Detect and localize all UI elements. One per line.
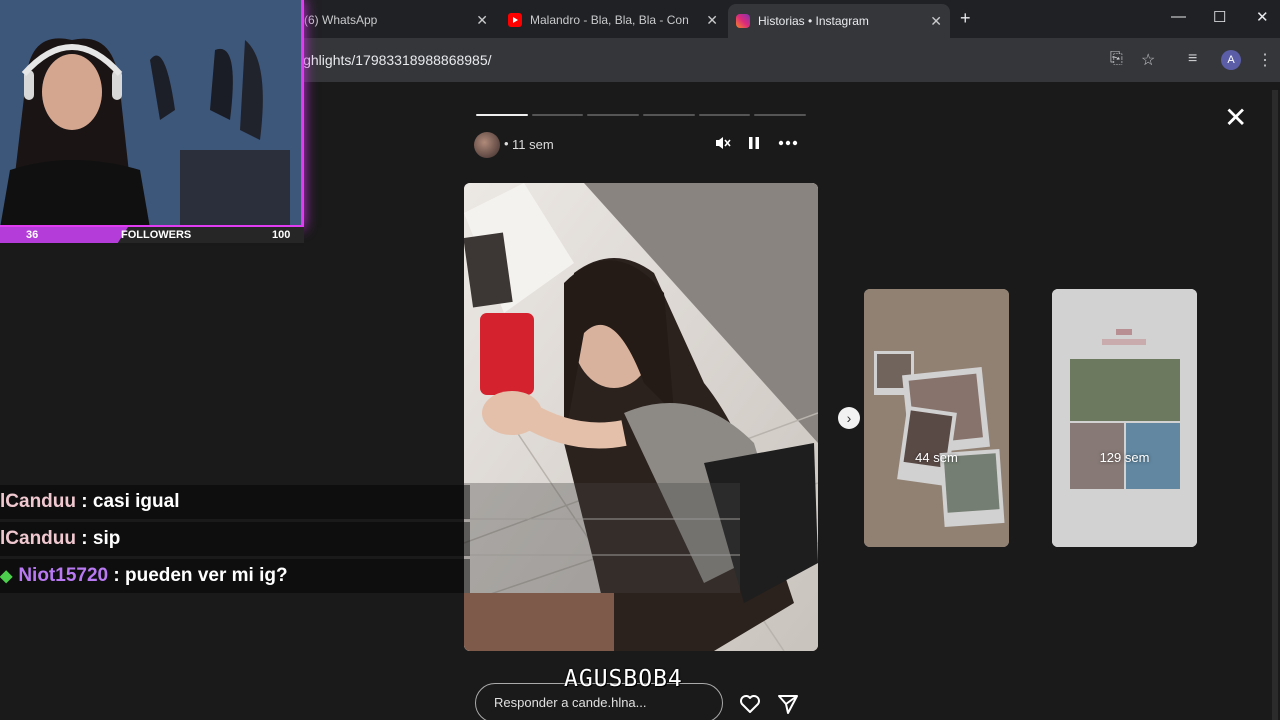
story-image[interactable] [464,183,818,651]
page-scrollbar[interactable] [1272,90,1278,720]
story-author-avatar[interactable] [474,132,500,158]
instagram-icon [736,14,750,28]
story-progress-bar [476,114,807,116]
like-heart-icon[interactable] [738,692,762,716]
story-timestamp: 11 sem [512,137,554,152]
webcam-overlay [0,0,304,228]
browser-menu-icon[interactable]: ⋮ [1257,50,1273,70]
tab-label: Malandro - Bla, Bla, Bla - Con c [530,13,690,27]
chat-message: ◆ Niot15720 : pueden ver mi ig? [0,559,470,593]
tab-label: Historias • Instagram [758,14,869,28]
progress-segment [476,114,528,116]
progress-segment [754,114,807,116]
tab-whatsapp[interactable]: (6) WhatsApp ✕ [296,6,496,34]
install-app-icon[interactable]: ⎘ [1110,50,1123,68]
followers-current: 36 [26,229,39,241]
youtube-icon [508,13,522,27]
minimize-icon[interactable]: — [1171,8,1186,25]
chat-username: lCanduu [0,491,76,512]
chat-username: Niot15720 [18,565,109,586]
bookmark-star-icon[interactable]: ☆ [1141,50,1155,70]
stream-watermark: AGUSBOB4 [564,666,683,692]
more-options-icon[interactable] [777,134,799,157]
mute-icon[interactable] [714,134,732,157]
progress-segment [587,114,640,116]
new-tab-button[interactable]: + [960,8,971,29]
tab-youtube[interactable]: Malandro - Bla, Bla, Bla - Con c ✕ [500,6,726,34]
followers-goal-bar: 36 FOLLOWERS 100 [0,227,304,243]
next-story-preview[interactable]: 44 sem [864,289,1009,547]
chat-text: : casi igual [81,491,180,512]
tab-label: (6) WhatsApp [304,13,378,27]
chat-text: : sip [81,528,121,549]
next-story-preview[interactable]: 129 sem [1052,289,1197,547]
followers-goal-fill [0,227,128,243]
preview-time-label: 129 sem [1099,450,1150,465]
chat-message: lCanduu : casi igual [0,485,470,519]
media-control-icon[interactable]: ≡ [1188,50,1197,68]
url-field[interactable]: ighlights/17983318988868985/ [300,52,492,68]
reply-input[interactable] [494,695,704,710]
close-story-icon[interactable]: ✕ [1224,104,1247,132]
progress-segment [698,114,751,116]
next-story-arrow-icon[interactable]: › [838,407,860,429]
followers-goal: 100 [272,229,291,241]
chat-username: lCanduu [0,528,76,549]
close-tab-icon[interactable]: ✕ [706,12,718,29]
send-direct-icon[interactable] [776,692,800,716]
progress-segment [531,114,584,116]
profile-avatar[interactable]: A [1221,50,1241,70]
chat-badge-icon: ◆ [0,568,13,585]
tab-instagram[interactable]: Historias • Instagram ✕ [728,4,950,38]
maximize-icon[interactable]: ☐ [1213,8,1226,26]
separator-dot: • [504,136,509,151]
followers-label: FOLLOWERS [121,229,192,241]
chat-message: lCanduu : sip [0,522,470,556]
pause-icon[interactable] [746,134,762,157]
story-header: • 11 sem [474,130,814,158]
close-tab-icon[interactable]: ✕ [930,13,942,30]
progress-segment [643,114,695,116]
close-window-icon[interactable]: ✕ [1256,8,1269,26]
close-tab-icon[interactable]: ✕ [476,12,488,29]
preview-time-label: 44 sem [915,450,958,465]
chat-text: : pueden ver mi ig? [113,565,288,586]
